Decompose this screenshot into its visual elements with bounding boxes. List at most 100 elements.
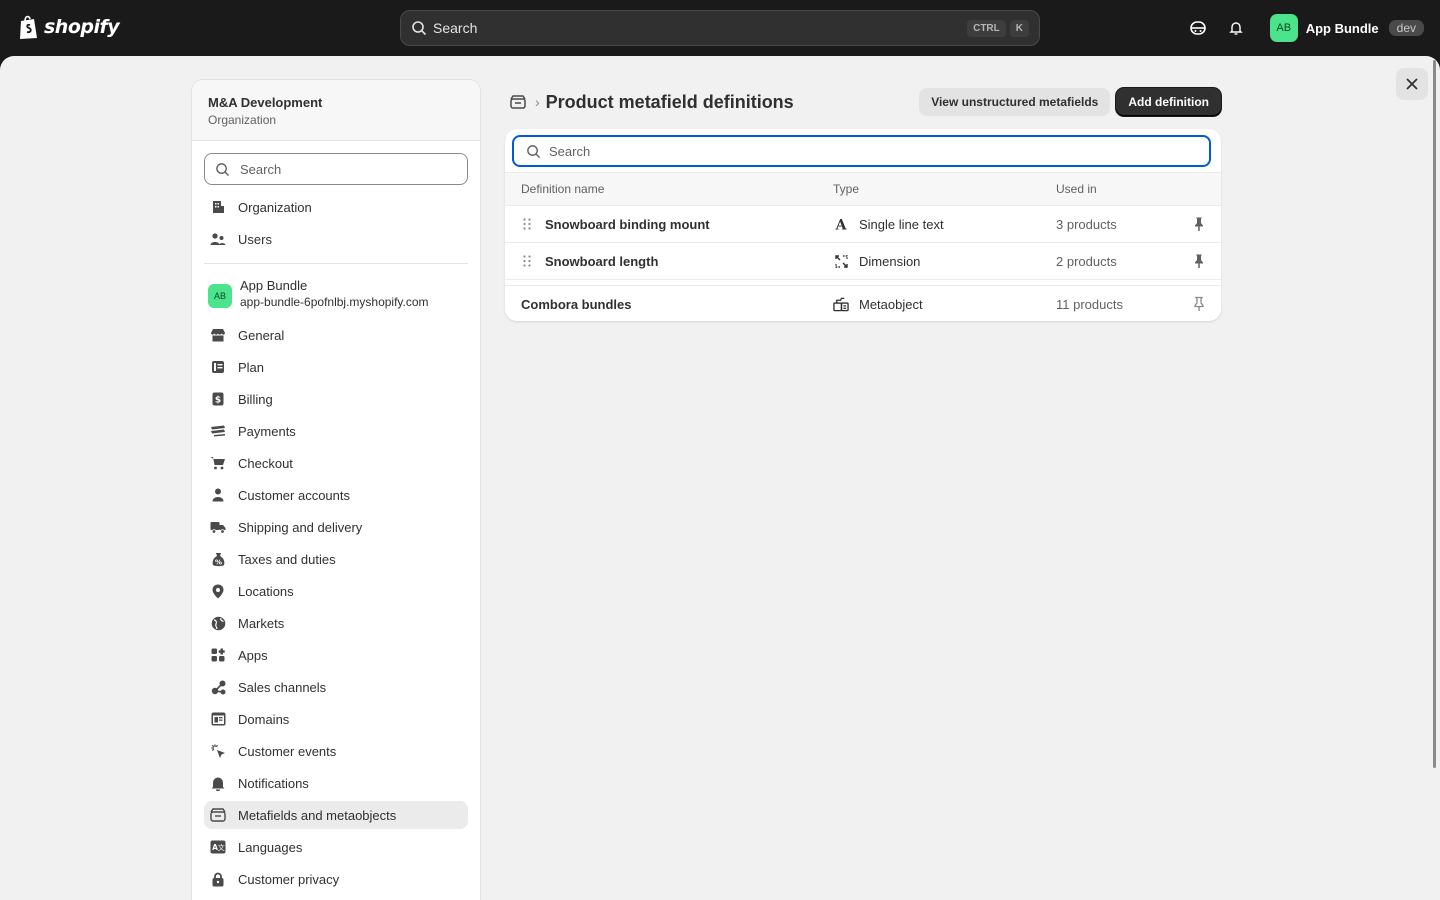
definitions-search-input[interactable]: Search [512, 135, 1211, 167]
sidebar-item-label: Customer privacy [238, 871, 340, 887]
pin-filled-icon[interactable] [1191, 253, 1207, 269]
sidekick-icon [1189, 21, 1206, 35]
cart-icon [210, 455, 226, 471]
sidebar-item-taxes[interactable]: % Taxes and duties [204, 545, 468, 573]
settings-sidebar: M&A Development Organization Search Orga… [191, 79, 481, 900]
definition-name[interactable]: Combora bundles [521, 297, 632, 312]
search-icon [412, 21, 427, 36]
drag-handle-icon[interactable] [521, 217, 533, 231]
sidebar-item-general[interactable]: General [204, 321, 468, 349]
definition-type: Dimension [859, 253, 921, 269]
definition-name[interactable]: Snowboard binding mount [545, 217, 710, 232]
sidebar-divider [204, 263, 468, 264]
truck-icon [210, 519, 226, 535]
settings-search-input[interactable]: Search [204, 153, 468, 185]
sidebar-item-label: Taxes and duties [238, 551, 336, 567]
sidebar-item-sales-channels[interactable]: Sales channels [204, 673, 468, 701]
organization-header[interactable]: M&A Development Organization [192, 80, 480, 141]
table-row[interactable]: Snowboard binding mount A Single line te… [505, 206, 1221, 243]
scrollbar[interactable] [1433, 60, 1436, 768]
metafields-icon [210, 807, 226, 823]
sidebar-item-languages[interactable]: A文 Languages [204, 833, 468, 861]
table-row[interactable]: Snowboard length Dimension 2 products [505, 243, 1221, 280]
definition-used-in: 2 products [1056, 253, 1117, 269]
notifications-button[interactable] [1222, 14, 1250, 42]
sidebar-item-checkout[interactable]: Checkout [204, 449, 468, 477]
sidebar-item-label: Languages [238, 839, 303, 855]
sidebar-item-label: Plan [238, 359, 265, 375]
table-row[interactable]: Combora bundles Metaobject 11 products [505, 285, 1221, 321]
sidebar-item-payments[interactable]: Payments [204, 417, 468, 445]
add-definition-button[interactable]: Add definition [1116, 88, 1221, 116]
shopify-bag-icon [20, 15, 37, 39]
sidebar-item-organization[interactable]: Organization [204, 193, 468, 221]
sidebar-item-customer-accounts[interactable]: Customer accounts [204, 481, 468, 509]
sidebar-item-label: Organization [238, 199, 312, 215]
metafields-breadcrumb-icon[interactable] [509, 93, 527, 111]
close-button[interactable] [1396, 68, 1428, 100]
top-bar: shopify Search CTRL K AB App Bundle dev [0, 0, 1440, 56]
shortcut-key-ctrl: CTRL [967, 19, 1006, 37]
sidebar-item-label: Billing [238, 391, 273, 407]
location-icon [210, 583, 226, 599]
definition-type: Single line text [859, 216, 944, 232]
store-switcher[interactable]: AB App Bundle app-bundle-6pofnlbj.myshop… [204, 274, 468, 313]
drag-handle-icon[interactable] [521, 254, 533, 268]
sidebar-item-markets[interactable]: Markets [204, 609, 468, 637]
definition-name[interactable]: Snowboard length [545, 254, 658, 269]
store-avatar[interactable]: AB [1269, 14, 1298, 42]
page-header: › Product metafield definitions View uns… [509, 87, 1221, 117]
sidebar-item-label: Customer accounts [238, 487, 350, 503]
search-icon [527, 144, 541, 158]
definitions-card: Search Definition name Type Used in Snow… [505, 129, 1221, 321]
lock-icon [210, 871, 226, 887]
sidebar-item-billing[interactable]: $ Billing [204, 385, 468, 413]
cursor-icon [210, 743, 226, 759]
sidebar-item-shipping[interactable]: Shipping and delivery [204, 513, 468, 541]
sidekick-button[interactable] [1184, 14, 1212, 42]
sidebar-item-notifications[interactable]: Notifications [204, 769, 468, 797]
sidebar-item-label: Sales channels [238, 679, 327, 695]
breadcrumb-separator: › [535, 94, 540, 110]
billing-icon: $ [210, 391, 226, 407]
sidebar-item-plan[interactable]: Plan [204, 353, 468, 381]
bell-icon [1229, 22, 1243, 35]
sidebar-item-label: Shipping and delivery [238, 519, 363, 535]
top-right-actions: AB App Bundle dev [1184, 14, 1424, 42]
tax-icon: % [210, 551, 226, 567]
settings-search-placeholder: Search [240, 161, 282, 177]
store-icon [210, 327, 226, 343]
shortcut-key-k: K [1009, 19, 1029, 37]
sidebar-item-customer-events[interactable]: Customer events [204, 737, 468, 765]
pin-outline-icon[interactable] [1191, 296, 1207, 312]
definitions-search-placeholder: Search [549, 143, 591, 159]
svg-text:A: A [835, 218, 848, 232]
logo-text: shopify [44, 16, 120, 38]
svg-text:文: 文 [218, 843, 225, 852]
sidebar-item-locations[interactable]: Locations [204, 577, 468, 605]
sidebar-item-label: Customer events [238, 743, 337, 759]
payments-icon [210, 423, 226, 439]
store-name[interactable]: App Bundle [1306, 21, 1379, 36]
sidebar-item-domains[interactable]: Domains [204, 705, 468, 733]
plan-icon [210, 359, 226, 375]
shopify-logo[interactable]: shopify [18, 14, 120, 40]
view-unstructured-metafields-button[interactable]: View unstructured metafields [919, 88, 1111, 116]
sidebar-item-users[interactable]: Users [204, 225, 468, 253]
sidebar-item-customer-privacy[interactable]: Customer privacy [204, 865, 468, 893]
sidebar-item-apps[interactable]: Apps [204, 641, 468, 669]
pin-filled-icon[interactable] [1191, 216, 1207, 232]
building-icon [210, 199, 226, 215]
dev-badge: dev [1388, 20, 1424, 36]
sidebar-item-label: Payments [238, 423, 296, 439]
apps-icon [210, 647, 226, 663]
organization-name: M&A Development [208, 95, 323, 110]
global-search-placeholder: Search [433, 20, 478, 36]
bell-icon [210, 775, 226, 791]
store-avatar: AB [208, 284, 232, 308]
sidebar-item-metafields[interactable]: Metafields and metaobjects [204, 801, 468, 829]
metaobject-icon [833, 296, 849, 312]
global-search[interactable]: Search CTRL K [400, 10, 1040, 46]
person-icon [210, 487, 226, 503]
sidebar-item-label: Apps [238, 647, 268, 663]
